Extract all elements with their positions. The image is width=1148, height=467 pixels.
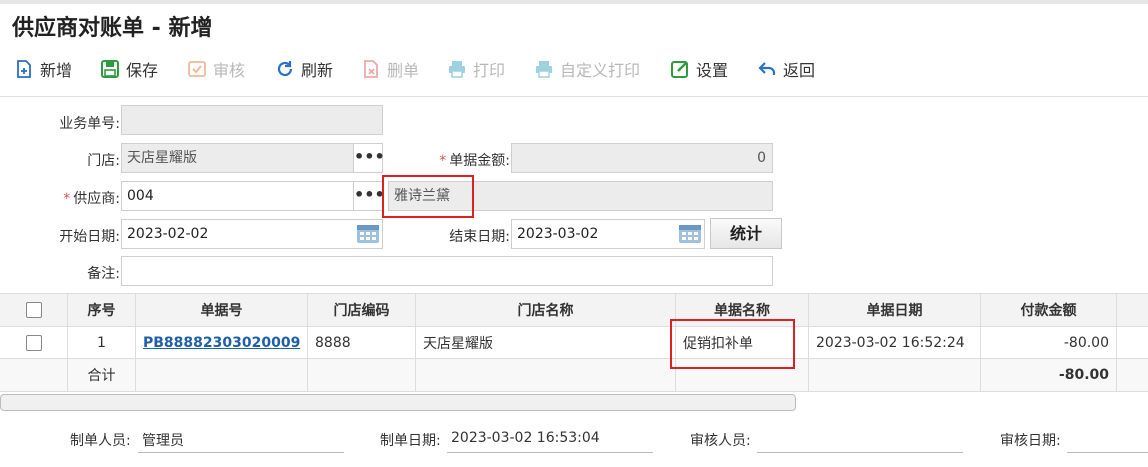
settings-button-label: 设置 — [696, 61, 729, 80]
creator-value: 管理员 — [142, 433, 184, 449]
refresh-icon — [277, 61, 293, 77]
select-all-cell — [0, 294, 68, 326]
save-icon — [101, 60, 119, 78]
audit-button[interactable]: 审核 — [187, 50, 245, 88]
supplier-code-field[interactable]: 004 — [121, 181, 354, 211]
refresh-button-label: 刷新 — [301, 61, 334, 80]
auditor-label: 审核人员: — [690, 433, 751, 449]
end-date-field[interactable]: 2023-03-02 — [511, 219, 705, 249]
audit-date-label: 审核日期: — [1000, 433, 1061, 449]
auditor-underline — [757, 452, 963, 453]
remark-label: 备注: — [87, 266, 120, 282]
total-amount: -80.00 — [981, 359, 1117, 391]
header-doc-no[interactable]: 单据号 — [136, 294, 308, 326]
table-row[interactable]: 1 PB88882303020009 8888 天店星耀版 促销扣补单 2023… — [0, 327, 1148, 359]
supplier-label: * 供应商: — [40, 188, 120, 208]
start-date-field[interactable]: 2023-02-02 — [121, 219, 383, 249]
create-date-underline — [447, 452, 653, 453]
header-doc-date[interactable]: 单据日期 — [809, 294, 981, 326]
delete-button[interactable]: 删单 — [361, 50, 419, 88]
delete-button-label: 删单 — [387, 61, 420, 80]
row-store-code: 8888 — [308, 327, 416, 358]
row-checkbox[interactable] — [25, 334, 42, 351]
create-date-value: 2023-03-02 16:53:04 — [451, 430, 600, 446]
calendar-icon[interactable] — [356, 222, 380, 244]
settings-button[interactable]: 设置 — [670, 50, 728, 88]
row-doc-date: 2023-03-02 16:52:24 — [809, 327, 981, 358]
creator-underline — [138, 452, 344, 453]
table-header: 序号 单据号 门店编码 门店名称 单据名称 单据日期 付款金额 — [0, 293, 1148, 327]
required-mark: * — [439, 153, 447, 169]
audit-check-icon — [188, 61, 206, 77]
total-blank — [416, 359, 676, 391]
total-blank — [809, 359, 981, 391]
delete-document-icon — [364, 60, 378, 78]
required-mark: * — [63, 191, 71, 207]
printer-icon — [449, 61, 465, 78]
end-date-label: 结束日期: — [449, 229, 510, 245]
amount-label: * 单据金额: — [420, 150, 510, 170]
horizontal-scrollbar[interactable] — [0, 394, 796, 411]
store-label: 门店: — [87, 153, 120, 169]
row-store-name: 天店星耀版 — [416, 327, 676, 358]
audit-button-label: 审核 — [213, 61, 246, 80]
print-button[interactable]: 打印 — [447, 50, 505, 88]
back-button[interactable]: 返回 — [757, 50, 815, 88]
doc-no-link[interactable]: PB88882303020009 — [143, 335, 300, 351]
creator-label: 制单人员: — [70, 433, 131, 449]
calendar-icon[interactable] — [678, 222, 702, 244]
header-amount[interactable]: 付款金额 — [981, 294, 1117, 326]
add-button[interactable]: 新增 — [14, 50, 72, 88]
store-picker-button[interactable]: ••• — [353, 143, 385, 173]
custom-print-button-label: 自定义打印 — [560, 61, 641, 80]
row-select-cell — [0, 327, 68, 358]
refresh-button[interactable]: 刷新 — [275, 50, 333, 88]
row-amount: -80.00 — [981, 327, 1117, 358]
amount-field[interactable]: 0 — [511, 143, 773, 173]
total-blank — [0, 359, 68, 391]
header-index[interactable]: 序号 — [68, 294, 136, 326]
row-doc-no-cell: PB88882303020009 — [136, 327, 308, 358]
total-blank — [308, 359, 416, 391]
top-border — [0, 0, 1148, 4]
start-date-label: 开始日期: — [59, 229, 120, 245]
table-total-row: 合计 -80.00 — [0, 359, 1148, 392]
add-button-label: 新增 — [40, 61, 73, 80]
audit-date-underline — [1067, 452, 1148, 453]
biz-no-label: 业务单号: — [59, 116, 120, 132]
biz-no-field[interactable] — [121, 105, 383, 135]
custom-print-button[interactable]: 自定义打印 — [534, 50, 640, 88]
printer-icon — [536, 61, 552, 78]
store-field[interactable]: 天店星耀版 — [121, 143, 354, 173]
edit-settings-icon — [671, 61, 688, 78]
back-arrow-icon — [758, 62, 776, 75]
back-button-label: 返回 — [783, 61, 816, 80]
header-store-code[interactable]: 门店编码 — [308, 294, 416, 326]
highlight-box-supplier — [382, 175, 474, 218]
total-blank — [136, 359, 308, 391]
total-label: 合计 — [68, 359, 136, 391]
toolbar: 新增 保存 审核 刷新 删单 打印 自定义打印 设置 返回 — [0, 50, 1148, 88]
page-title: 供应商对账单 - 新增 — [12, 16, 213, 41]
select-all-checkbox[interactable] — [25, 302, 42, 318]
highlight-box-doc-name — [670, 319, 795, 369]
row-index: 1 — [68, 327, 136, 358]
save-button-label: 保存 — [126, 61, 159, 80]
supplier-label-text: 供应商: — [73, 191, 120, 207]
header-store-name[interactable]: 门店名称 — [416, 294, 676, 326]
add-document-icon — [17, 60, 31, 78]
amount-label-text: 单据金额: — [449, 153, 510, 169]
stat-button[interactable]: 统计 — [710, 218, 782, 249]
supplier-picker-button[interactable]: ••• — [353, 181, 385, 211]
save-button[interactable]: 保存 — [100, 50, 158, 88]
create-date-label: 制单日期: — [380, 433, 441, 449]
remark-field[interactable] — [121, 256, 773, 286]
toolbar-divider — [0, 96, 1148, 97]
print-button-label: 打印 — [473, 61, 506, 80]
